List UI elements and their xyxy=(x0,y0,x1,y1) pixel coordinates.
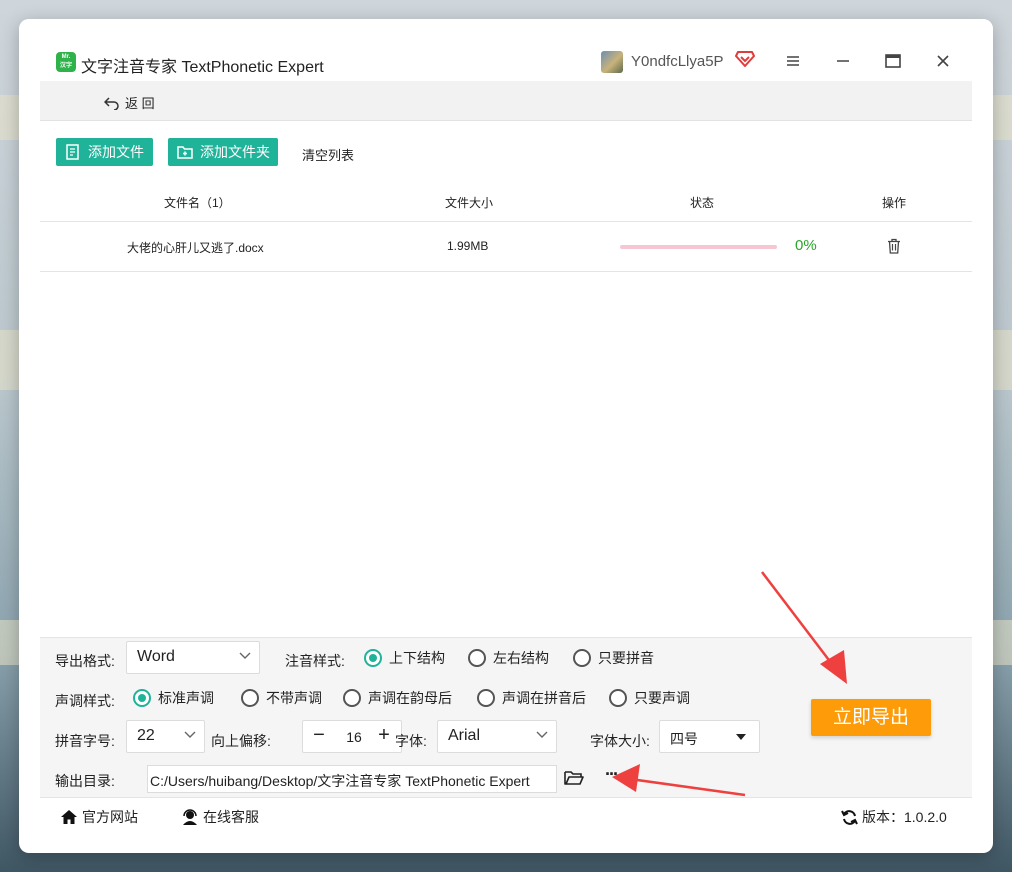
header-status: 状态 xyxy=(690,196,715,210)
app-logo: Mr. 汉字 xyxy=(56,52,76,72)
annotation-option-vertical[interactable]: 上下结构 xyxy=(364,648,445,668)
add-file-icon xyxy=(66,144,79,160)
pinyin-size-label: 拼音字号: xyxy=(55,733,115,749)
maximize-icon[interactable] xyxy=(881,49,905,73)
progress-bar xyxy=(620,245,777,249)
row-filesize: 1.99MB xyxy=(447,239,489,253)
radio-label: 声调在韵母后 xyxy=(368,690,452,706)
footer-bar: 官方网站 在线客服 版本：1.0.2.0 xyxy=(40,797,972,831)
tone-option-after-final[interactable]: 声调在韵母后 xyxy=(343,688,452,708)
font-size-select[interactable]: 四号 xyxy=(659,720,760,753)
tone-option-standard[interactable]: 标准声调 xyxy=(133,688,214,708)
back-bar: 返 回 xyxy=(40,81,972,121)
pinyin-size-value: 22 xyxy=(137,727,155,744)
annotation-style-label: 注音样式: xyxy=(285,653,345,669)
radio-dot xyxy=(133,689,151,707)
caret-down-icon xyxy=(736,734,746,740)
tone-option-none[interactable]: 不带声调 xyxy=(241,688,322,708)
export-now-button[interactable]: 立即导出 xyxy=(811,699,931,736)
vip-diamond-icon[interactable] xyxy=(735,50,755,68)
add-file-button[interactable]: 添加文件 xyxy=(56,138,153,166)
row-filename: 大佬的心肝儿又逃了.docx xyxy=(127,241,264,255)
annotation-option-horizontal[interactable]: 左右结构 xyxy=(468,648,549,668)
radio-label: 声调在拼音后 xyxy=(502,690,586,706)
official-website-label: 官方网站 xyxy=(82,809,138,825)
tone-option-tone-only[interactable]: 只要声调 xyxy=(609,688,690,708)
radio-dot xyxy=(364,649,382,667)
back-label: 返 回 xyxy=(125,96,155,111)
offset-stepper: − 16 + xyxy=(302,720,402,753)
tone-style-label: 声调样式: xyxy=(55,693,115,709)
menu-icon[interactable] xyxy=(781,49,805,73)
back-arrow-icon xyxy=(104,96,119,110)
radio-dot xyxy=(241,689,259,707)
radio-label: 标准声调 xyxy=(158,690,214,706)
annotation-option-pinyin-only[interactable]: 只要拼音 xyxy=(573,648,654,668)
font-select[interactable]: Arial xyxy=(437,720,557,753)
version-label: 版本：1.0.2.0 xyxy=(862,809,947,825)
offset-label: 向上偏移: xyxy=(211,733,271,749)
add-folder-icon xyxy=(177,146,193,159)
radio-dot xyxy=(609,689,627,707)
header-filename: 文件名（1） xyxy=(164,196,231,210)
font-value: Arial xyxy=(448,727,481,744)
chevron-down-icon xyxy=(536,731,548,738)
output-dir-label: 输出目录: xyxy=(55,773,115,789)
online-support-label: 在线客服 xyxy=(203,809,259,825)
radio-dot xyxy=(468,649,486,667)
header-filesize: 文件大小 xyxy=(445,196,494,210)
title-bar: Mr. 汉字 文字注音专家 TextPhonetic Expert Y0ndfc… xyxy=(19,19,993,81)
header-action: 操作 xyxy=(882,196,907,210)
font-size-label: 字体大小: xyxy=(590,733,650,749)
offset-decrement-button[interactable]: − xyxy=(306,722,332,751)
export-format-select[interactable]: Word xyxy=(126,641,260,674)
output-dir-input[interactable]: C:/Users/huibang/Desktop/文字注音专家 TextPhon… xyxy=(147,765,557,793)
radio-label: 只要声调 xyxy=(634,690,690,706)
tone-option-after-pinyin[interactable]: 声调在拼音后 xyxy=(477,688,586,708)
radio-label: 只要拼音 xyxy=(598,650,654,666)
app-window: Mr. 汉字 文字注音专家 TextPhonetic Expert Y0ndfc… xyxy=(19,19,993,853)
offset-increment-button[interactable]: + xyxy=(371,722,397,751)
export-format-label: 导出格式: xyxy=(55,653,115,669)
pinyin-size-select[interactable]: 22 xyxy=(126,720,205,753)
chevron-down-icon xyxy=(184,731,196,738)
font-label: 字体: xyxy=(395,733,427,749)
table-row[interactable]: 大佬的心肝儿又逃了.docx 1.99MB 0% xyxy=(40,222,972,272)
radio-dot xyxy=(573,649,591,667)
add-folder-label: 添加文件夹 xyxy=(200,144,270,160)
back-button[interactable]: 返 回 xyxy=(104,93,155,112)
official-website-link[interactable]: 官方网站 xyxy=(60,807,138,827)
version-info[interactable]: 版本：1.0.2.0 xyxy=(841,807,947,827)
chevron-down-icon xyxy=(239,652,251,659)
app-title: 文字注音专家 TextPhonetic Expert xyxy=(81,59,324,76)
username[interactable]: Y0ndfcLlya5P xyxy=(631,53,724,70)
trash-icon[interactable] xyxy=(887,238,901,254)
clear-list-button[interactable]: 清空列表 xyxy=(302,145,354,164)
add-folder-button[interactable]: 添加文件夹 xyxy=(168,138,278,166)
refresh-icon xyxy=(841,809,858,825)
radio-label: 左右结构 xyxy=(493,650,549,666)
close-icon[interactable] xyxy=(931,49,955,73)
avatar[interactable] xyxy=(601,51,623,73)
radio-label: 不带声调 xyxy=(266,690,322,706)
font-size-value: 四号 xyxy=(670,731,698,747)
radio-dot xyxy=(477,689,495,707)
radio-label: 上下结构 xyxy=(389,650,445,666)
folder-open-icon[interactable] xyxy=(563,769,585,787)
support-agent-icon xyxy=(183,809,197,825)
export-format-value: Word xyxy=(137,648,175,665)
home-icon xyxy=(61,810,77,824)
radio-dot xyxy=(343,689,361,707)
online-support-link[interactable]: 在线客服 xyxy=(181,807,259,827)
more-options-button[interactable]: ··· xyxy=(605,764,619,785)
offset-value[interactable]: 16 xyxy=(339,729,369,745)
progress-percent: 0% xyxy=(795,237,817,254)
add-file-label: 添加文件 xyxy=(88,144,144,160)
table-header: 文件名（1） 文件大小 状态 操作 xyxy=(40,189,972,222)
minimize-icon[interactable] xyxy=(831,49,855,73)
